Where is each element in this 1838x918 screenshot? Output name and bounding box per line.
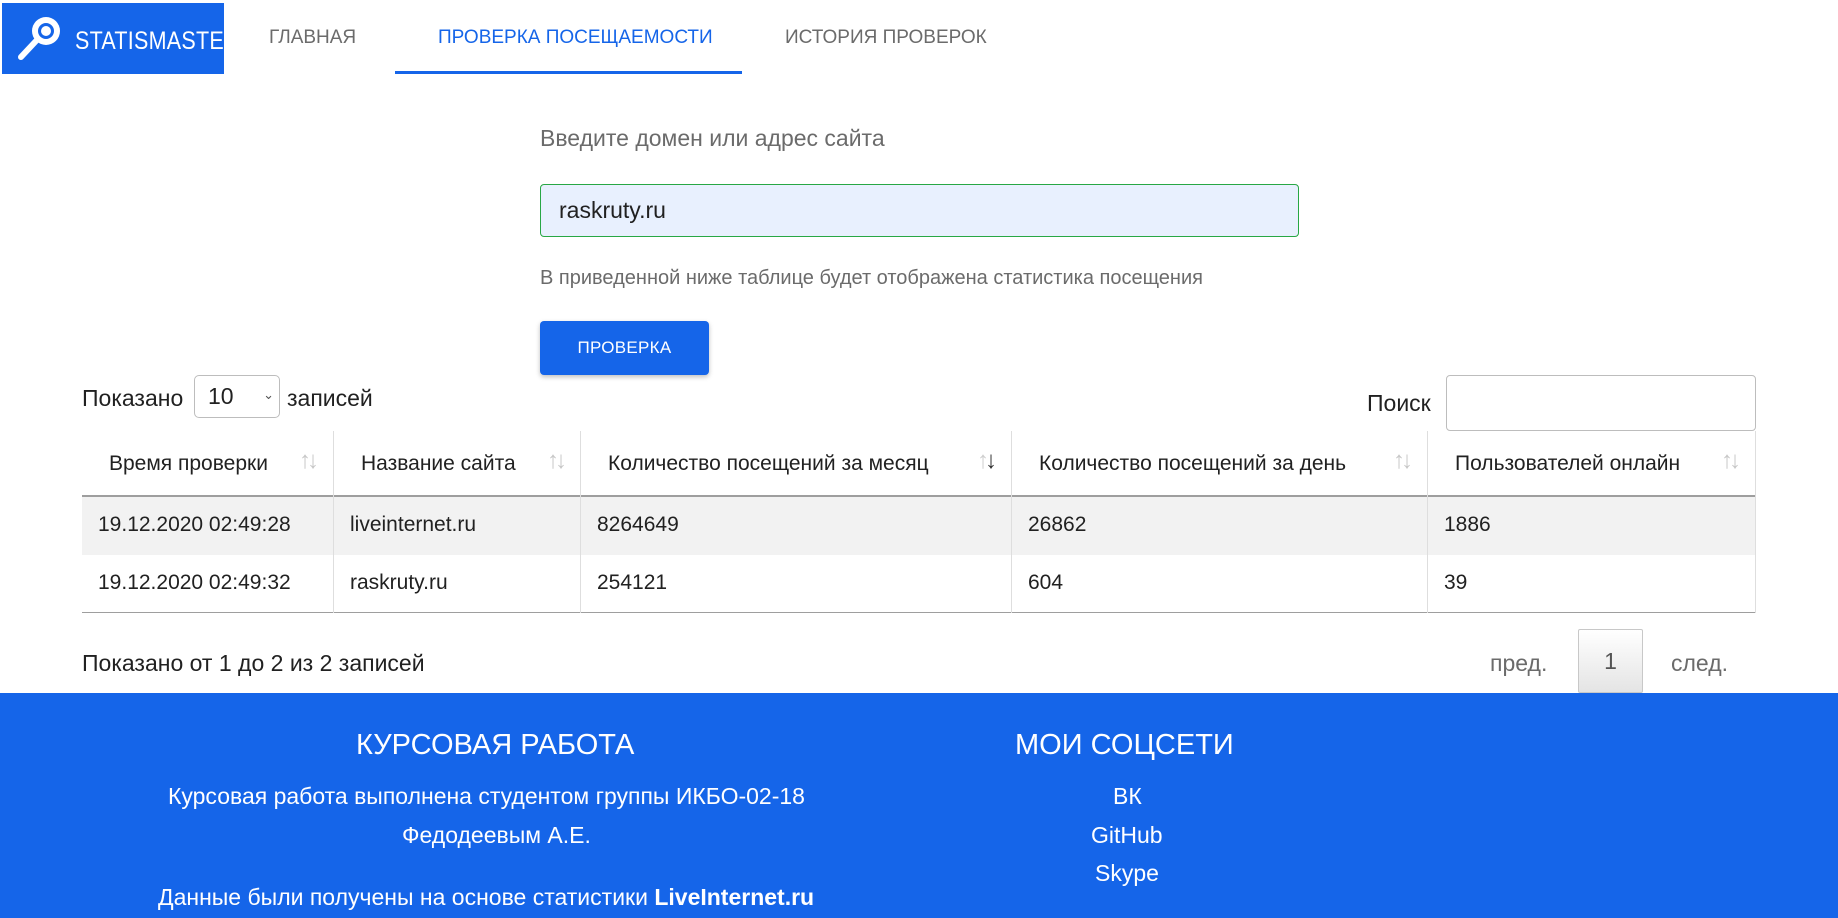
sort-icon: ↑↓ — [547, 447, 567, 474]
column-header-site-name[interactable]: Название сайта ↑↓ — [334, 431, 581, 497]
table-header: Время проверки ↑↓ Название сайта ↑↓ Коли… — [82, 431, 1756, 497]
nav-attendance-check[interactable]: ПРОВЕРКА ПОСЕЩАЕМОСТИ — [438, 27, 713, 49]
chevron-down-icon: ⌄ — [263, 387, 274, 402]
magnifier-icon — [18, 17, 60, 60]
sort-icon: ↑↓ — [1721, 447, 1741, 474]
search-label: Поиск — [1367, 390, 1431, 416]
footer: КУРСОВАЯ РАБОТА Курсовая работа выполнен… — [0, 693, 1838, 918]
form-help-text: В приведенной ниже таблице будет отображ… — [540, 267, 1203, 289]
brand-name: STATISMASTER — [75, 27, 240, 55]
entries-length-select[interactable]: 10 ⌄ — [194, 375, 280, 418]
cell-site-name: liveinternet.ru — [334, 497, 581, 555]
pagination-next[interactable]: след. — [1671, 650, 1728, 677]
column-header-users-online[interactable]: Пользователей онлайн ↑↓ — [1428, 431, 1756, 497]
sort-desc-icon: ↑↓ — [977, 447, 997, 474]
nav-home[interactable]: ГЛАВНАЯ — [269, 27, 356, 49]
footer-link-github[interactable]: GitHub — [1091, 822, 1163, 849]
top-navbar: STATISMASTER ГЛАВНАЯ ПРОВЕРКА ПОСЕЩАЕМОС… — [0, 0, 1838, 75]
active-tab-indicator — [395, 71, 742, 74]
cell-daily-visits: 604 — [1012, 555, 1428, 613]
check-button[interactable]: ПРОВЕРКА — [540, 321, 709, 375]
table-row: 19.12.2020 02:49:32 raskruty.ru 254121 6… — [82, 555, 1756, 613]
cell-daily-visits: 26862 — [1012, 497, 1428, 555]
column-header-daily-visits[interactable]: Количество посещений за день ↑↓ — [1012, 431, 1428, 497]
table-row: 19.12.2020 02:49:28 liveinternet.ru 8264… — [82, 497, 1756, 555]
column-header-monthly-visits[interactable]: Количество посещений за месяц ↑↓ — [581, 431, 1012, 497]
footer-data-source: Данные были получены на основе статистик… — [158, 884, 815, 910]
footer-social-title: МОИ СОЦСЕТИ — [1015, 729, 1234, 761]
pagination-prev[interactable]: пред. — [1490, 650, 1547, 677]
footer-link-vk[interactable]: ВК — [1113, 783, 1142, 810]
footer-link-skype[interactable]: Skype — [1095, 860, 1159, 887]
cell-monthly-visits: 8264649 — [581, 497, 1012, 555]
cell-check-time: 19.12.2020 02:49:28 — [82, 497, 334, 555]
search-input[interactable] — [1446, 375, 1756, 431]
footer-coursework-line2: Федодеевым А.Е. — [402, 822, 591, 848]
footer-coursework-title: КУРСОВАЯ РАБОТА — [356, 729, 635, 761]
domain-input[interactable] — [540, 184, 1299, 237]
sort-icon: ↑↓ — [299, 447, 319, 474]
cell-monthly-visits: 254121 — [581, 555, 1012, 613]
pagination-page-1[interactable]: 1 — [1578, 629, 1643, 693]
nav-check-history[interactable]: ИСТОРИЯ ПРОВЕРОК — [785, 27, 987, 49]
brand-logo[interactable]: STATISMASTER — [2, 3, 239, 74]
cell-users-online: 39 — [1428, 555, 1756, 613]
cell-site-name: raskruty.ru — [334, 555, 581, 613]
length-suffix-label: записей — [287, 385, 373, 411]
cell-users-online: 1886 — [1428, 497, 1756, 555]
domain-label: Введите домен или адрес сайта — [540, 125, 885, 151]
footer-coursework-line1: Курсовая работа выполнена студентом груп… — [168, 783, 805, 809]
sort-icon: ↑↓ — [1393, 447, 1413, 474]
stats-table: Время проверки ↑↓ Название сайта ↑↓ Коли… — [82, 431, 1756, 613]
cell-check-time: 19.12.2020 02:49:32 — [82, 555, 334, 613]
table-info: Показано от 1 до 2 из 2 записей — [82, 650, 425, 676]
column-header-check-time[interactable]: Время проверки ↑↓ — [82, 431, 334, 497]
length-prefix-label: Показано — [82, 385, 184, 411]
entries-length-value: 10 — [208, 383, 234, 409]
footer-data-source-name: LiveInternet.ru — [654, 884, 815, 910]
